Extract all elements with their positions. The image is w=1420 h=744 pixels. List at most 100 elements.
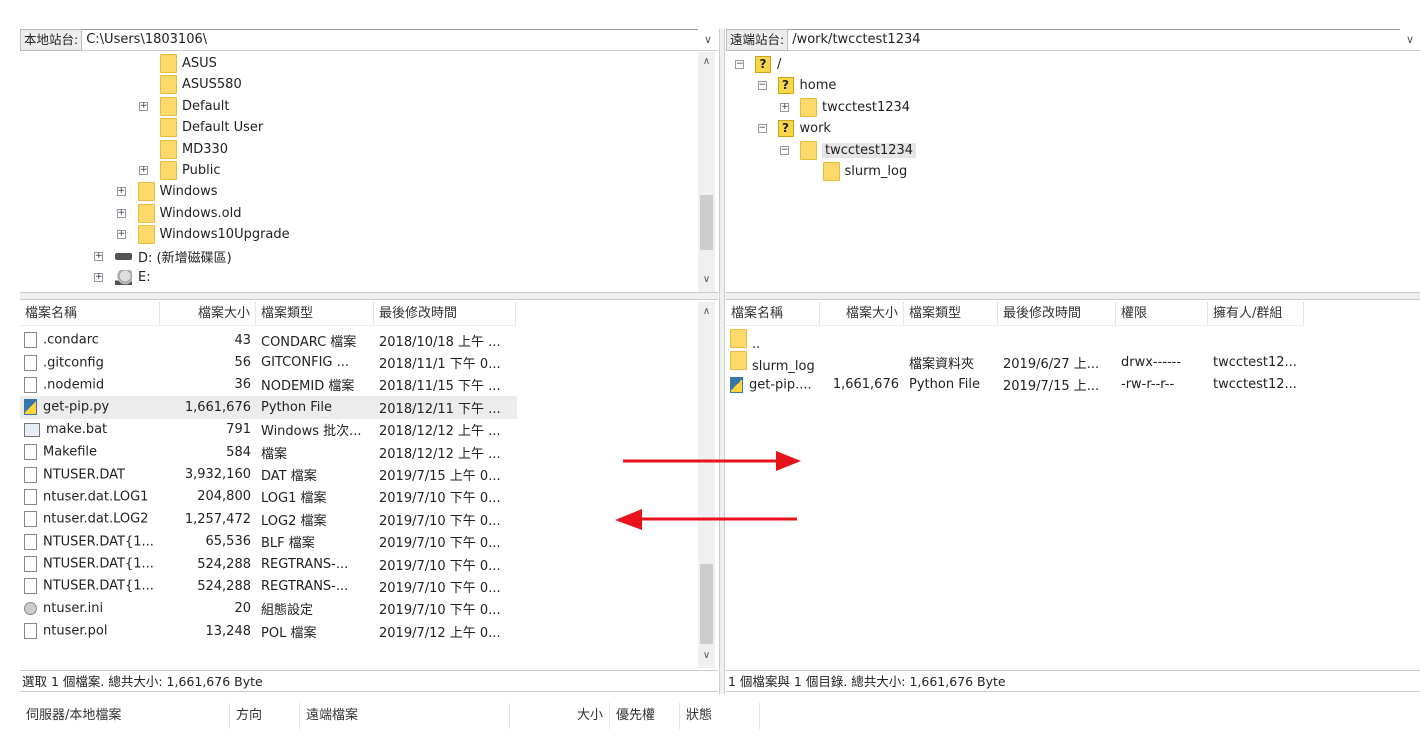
cell-modified: 2019/7/10 下午 0... <box>374 487 516 506</box>
file-row[interactable]: ntuser.dat.LOG1 204,800 LOG1 檔案 2019/7/10 下… <box>20 486 698 508</box>
local-path-input[interactable]: C:\Users\1803106\ <box>82 28 698 51</box>
tree-node[interactable]: MD330 <box>160 139 228 160</box>
column-header-5[interactable]: 擁有人/群組 <box>1208 302 1304 325</box>
collapse-icon[interactable]: − <box>735 60 744 69</box>
queue-column-2[interactable]: 遠端檔案 <box>300 703 510 729</box>
scroll-up-icon[interactable]: ∧ <box>698 306 715 317</box>
expand-icon[interactable]: + <box>116 187 126 197</box>
file-row[interactable]: get-pip.... 1,661,676 Python File 2019/7/15… <box>726 374 1420 396</box>
tree-node[interactable]: slurm_log <box>822 161 907 182</box>
tree-node[interactable]: E: <box>115 267 151 288</box>
column-header-4[interactable]: 權限 <box>1116 302 1208 325</box>
column-header-0[interactable]: 檔案名稱 <box>726 302 820 325</box>
queue-column-4[interactable]: 優先權 <box>610 703 680 729</box>
column-header-3[interactable]: 最後修改時間 <box>998 302 1116 325</box>
collapse-icon[interactable]: − <box>757 124 767 134</box>
cell-size: 1,661,676 <box>820 377 904 392</box>
file-row[interactable]: NTUSER.DAT{1... 65,536 BLF 檔案 2019/7/10 下午 … <box>20 531 698 553</box>
queue-column-0[interactable]: 伺服器/本地檔案 <box>20 703 230 729</box>
scroll-down-icon[interactable]: ∨ <box>698 274 715 285</box>
local-splitter[interactable] <box>20 292 718 300</box>
cell-type: BLF 檔案 <box>256 532 374 551</box>
cell-name: NTUSER.DAT{1... <box>20 556 160 573</box>
file-row[interactable]: get-pip.py 1,661,676 Python File 2018/12/11… <box>20 396 517 419</box>
chevron-down-icon[interactable]: ∨ <box>698 33 718 46</box>
type-text: Python File <box>261 399 332 415</box>
local-tree-scrollbar[interactable]: ∧ ∨ <box>698 52 715 292</box>
tree-node[interactable]: ? work <box>777 118 831 139</box>
expand-icon[interactable]: + <box>116 208 126 218</box>
expand-icon[interactable]: + <box>94 251 103 261</box>
tree-node[interactable]: Windows10Upgrade <box>137 224 290 245</box>
remote-status-bar: 1 個檔案與 1 個目錄. 總共大小: 1,661,676 Byte <box>726 670 1420 692</box>
column-header-3[interactable]: 最後修改時間 <box>374 302 516 325</box>
column-header-2[interactable]: 檔案類型 <box>256 302 374 325</box>
tree-node[interactable]: ? home <box>777 75 836 96</box>
expand-icon[interactable]: + <box>94 273 103 282</box>
file-row[interactable]: .gitconfig 56 GITCONFIG ... 2018/11/1 下午 0.… <box>20 351 698 373</box>
tree-node[interactable]: ? / <box>755 54 781 75</box>
unknown-folder-icon: ? <box>777 77 794 95</box>
scroll-down-icon[interactable]: ∨ <box>698 650 715 661</box>
column-header-1[interactable]: 檔案大小 <box>160 302 256 325</box>
chevron-down-icon[interactable]: ∨ <box>1400 33 1420 46</box>
cell-modified: 2019/7/10 下午 0... <box>374 532 516 551</box>
tree-node[interactable]: Default User <box>160 117 263 138</box>
file-row[interactable]: .nodemid 36 NODEMID 檔案 2018/11/15 下午 ... <box>20 374 698 396</box>
cell-name: get-pip.... <box>726 376 820 393</box>
cell-size: 36 <box>160 377 256 392</box>
type-text: BLF 檔案 <box>261 536 315 552</box>
folder-icon <box>822 162 840 181</box>
tree-node[interactable]: Windows <box>137 181 218 202</box>
file-row[interactable]: Makefile 584 檔案 2018/12/12 上午 ... <box>20 441 698 463</box>
file-row[interactable]: ntuser.pol 13,248 POL 檔案 2019/7/12 上午 0... <box>20 620 698 642</box>
column-header-2[interactable]: 檔案類型 <box>904 302 998 325</box>
collapse-icon[interactable]: − <box>757 81 767 91</box>
cell-owner: twcctest12... <box>1208 377 1304 392</box>
owner-text: twcctest12... <box>1213 377 1297 393</box>
file-row[interactable]: make.bat 791 Windows 批次... 2018/12/12 上午 ..… <box>20 419 698 441</box>
cd-drive-icon <box>115 270 132 285</box>
tree-node[interactable]: ASUS580 <box>160 74 242 95</box>
pane-splitter[interactable] <box>719 29 725 694</box>
cell-type: REGTRANS-... <box>256 579 374 594</box>
scroll-up-icon[interactable]: ∧ <box>698 56 715 67</box>
name-text: get-pip.... <box>749 377 812 393</box>
file-row[interactable]: ntuser.ini 20 組態設定 2019/7/10 下午 0... <box>20 598 698 620</box>
file-row[interactable]: .condarc 43 CONDARC 檔案 2018/10/18 上午 ... <box>20 329 698 351</box>
remote-path-input[interactable]: /work/twcctest1234 <box>788 28 1400 51</box>
file-row[interactable]: NTUSER.DAT 3,932,160 DAT 檔案 2019/7/15 上午 0.… <box>20 463 698 485</box>
file-row[interactable]: NTUSER.DAT{1... 524,288 REGTRANS-... 2019/7… <box>20 575 698 597</box>
file-row[interactable]: .. <box>726 328 1420 352</box>
tree-node[interactable]: D: (新增磁碟區) <box>115 246 232 267</box>
scroll-thumb[interactable] <box>700 195 713 250</box>
expand-icon[interactable]: + <box>139 166 148 175</box>
tree-node[interactable]: Windows.old <box>137 203 241 224</box>
expand-icon[interactable]: + <box>139 101 148 111</box>
column-header-0[interactable]: 檔案名稱 <box>20 302 160 325</box>
tree-node[interactable]: ASUS <box>160 53 217 74</box>
cell-modified: 2019/6/27 上... <box>998 353 1116 372</box>
file-row[interactable]: ntuser.dat.LOG2 1,257,472 LOG2 檔案 2019/7/10… <box>20 508 698 530</box>
expand-icon[interactable]: + <box>116 230 126 240</box>
scroll-thumb[interactable] <box>700 564 713 644</box>
collapse-icon[interactable]: − <box>780 145 789 155</box>
file-row[interactable]: slurm_log 檔案資料夾 2019/6/27 上... drwx------ tw… <box>726 351 1420 374</box>
queue-column-3[interactable]: 大小 <box>510 703 610 729</box>
file-row[interactable]: NTUSER.DAT{1... 524,288 REGTRANS-... 2019/7… <box>20 553 698 575</box>
size-text: 43 <box>234 332 251 348</box>
queue-column-5[interactable]: 狀態 <box>680 703 760 729</box>
local-site-label: 本地站台: <box>20 28 83 51</box>
tree-node[interactable]: twcctest1234 <box>800 140 917 161</box>
modified-text: 2019/7/15 上午 0... <box>379 469 501 485</box>
name-text: ntuser.dat.LOG1 <box>43 489 149 505</box>
tree-node[interactable]: Default <box>160 96 230 117</box>
tree-node[interactable]: twcctest1234 <box>800 97 910 118</box>
expand-icon[interactable]: + <box>780 102 789 112</box>
column-header-1[interactable]: 檔案大小 <box>820 302 904 325</box>
queue-column-1[interactable]: 方向 <box>230 703 300 729</box>
local-directory-tree: ASUS ASUS580 Default + Default User MD330 Publ… <box>20 52 700 292</box>
name-text: .nodemid <box>43 377 105 393</box>
remote-splitter[interactable] <box>726 292 1420 300</box>
tree-node[interactable]: Public <box>160 160 220 181</box>
